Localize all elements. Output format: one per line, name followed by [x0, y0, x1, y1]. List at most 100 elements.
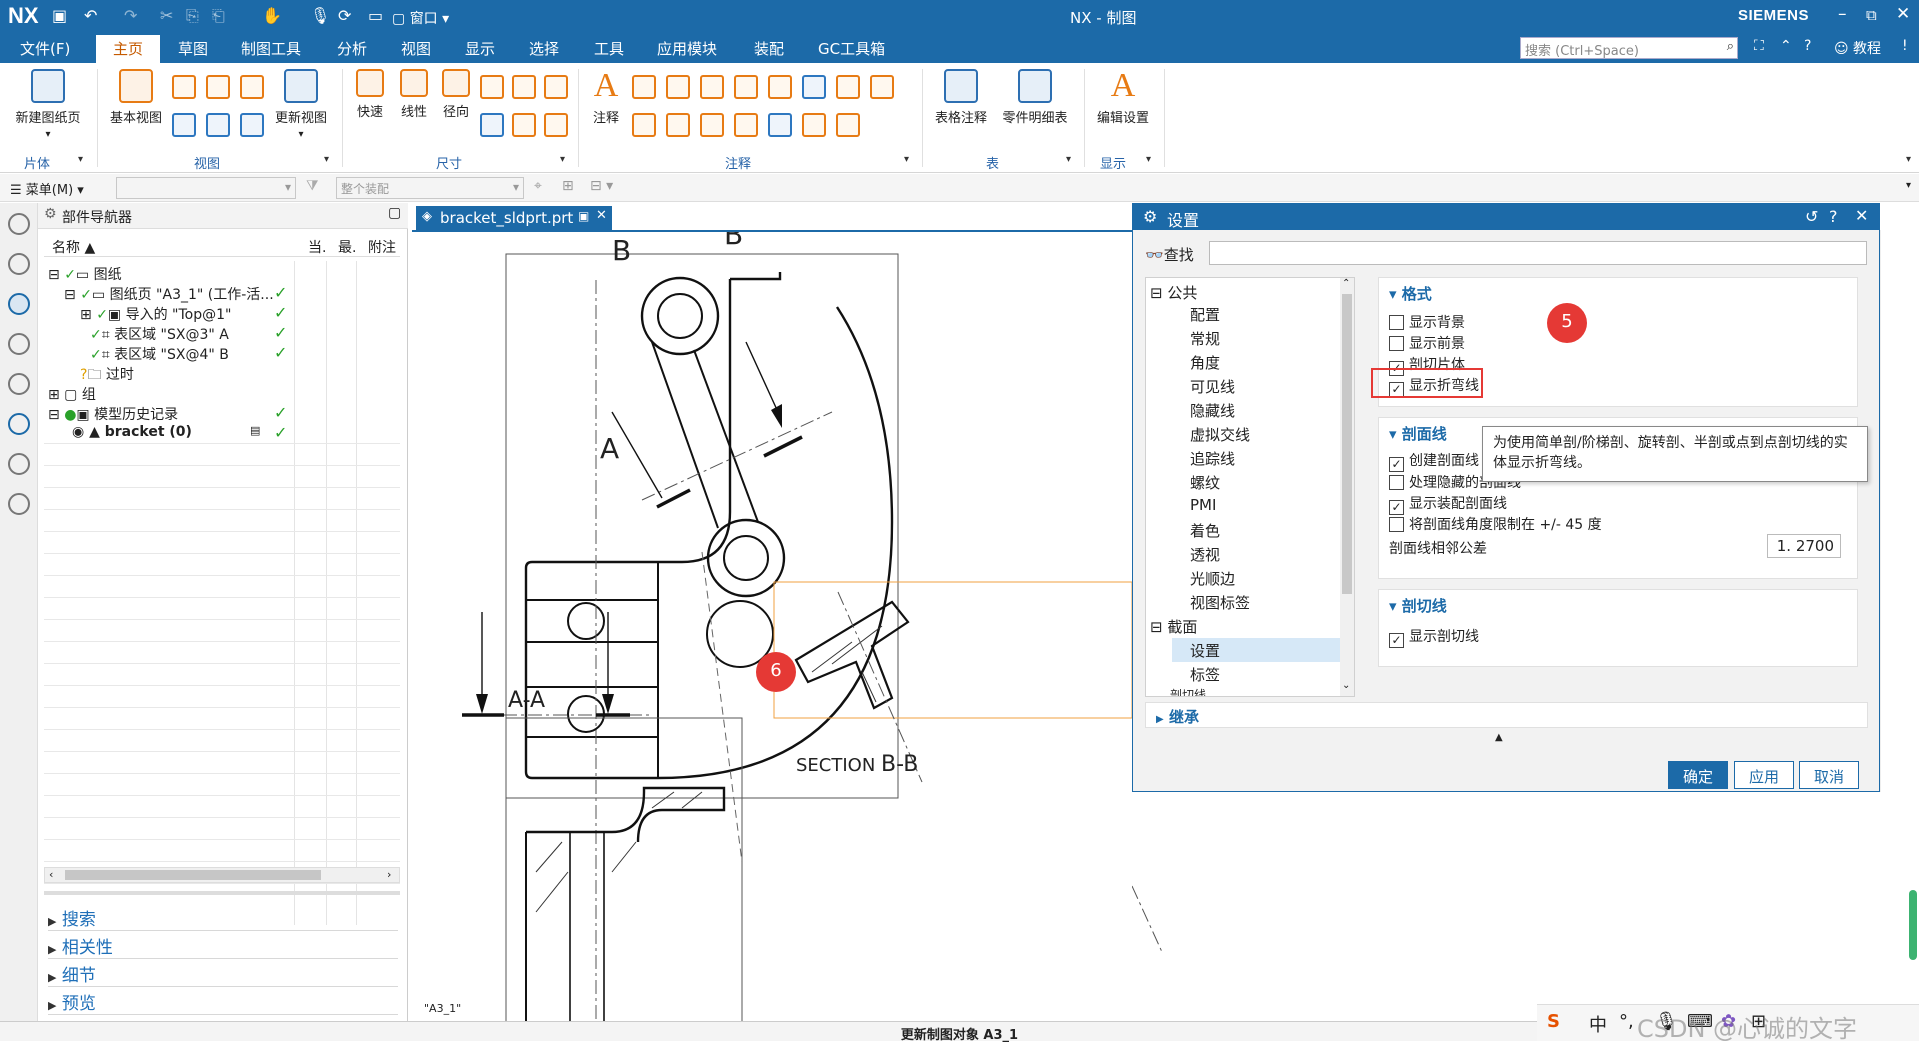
tree-group-common[interactable]: ⊟ 公共: [1150, 282, 1197, 303]
type-filter-select[interactable]: ▾: [116, 177, 296, 199]
help-icon[interactable]: ?: [1804, 38, 1811, 54]
menu-button[interactable]: ☰ 菜单(M) ▾: [10, 179, 84, 198]
tree-item-smooth-edges[interactable]: 光顺边: [1190, 568, 1235, 589]
ok-button[interactable]: 确定: [1668, 761, 1728, 789]
part-navigator-icon[interactable]: [8, 293, 30, 315]
accordion-dependencies[interactable]: ▶ 相关性: [48, 933, 398, 959]
collapse-ribbon-icon[interactable]: ⌃: [1780, 38, 1792, 54]
paste-icon[interactable]: ⎗: [212, 6, 225, 26]
column-notes[interactable]: 附注: [368, 237, 396, 257]
tree-item-shading[interactable]: 着色: [1190, 520, 1220, 541]
window-menu[interactable]: ▢ 窗口 ▾: [392, 8, 449, 28]
crosshatch-icon[interactable]: [802, 113, 826, 137]
restrict-hatch-angle-checkbox[interactable]: 将剖面线角度限制在 +/- 45 度: [1389, 514, 1602, 534]
quick-dimension-button[interactable]: 快速: [350, 69, 390, 120]
update-view-button[interactable]: 更新视图 ▾: [270, 69, 332, 141]
balloon-icon[interactable]: [666, 113, 690, 137]
minimize-button[interactable]: –: [1838, 4, 1847, 24]
datum-feature-icon[interactable]: [734, 75, 758, 99]
touch-mode-icon[interactable]: ✋: [262, 6, 282, 25]
cut-line-section-header[interactable]: ▾ 剖切线: [1389, 595, 1447, 616]
target-point-icon[interactable]: [836, 75, 860, 99]
tab-tools[interactable]: 工具: [594, 38, 624, 59]
hatch-icon[interactable]: [734, 113, 758, 137]
table-note-button[interactable]: 表格注释: [930, 69, 992, 126]
repeat-command-icon[interactable]: ⟳: [338, 6, 351, 25]
accordion-preview[interactable]: ▶ 预览: [48, 989, 398, 1015]
scroll-thumb[interactable]: [65, 870, 321, 880]
hd3d-tools-icon[interactable]: [8, 373, 30, 395]
tree-item-view-label[interactable]: 视图标签: [1190, 592, 1250, 613]
tab-display[interactable]: 显示: [465, 38, 495, 59]
create-hatch-checkbox[interactable]: ✓ 创建剖面线: [1389, 450, 1479, 472]
document-tab[interactable]: ◈ bracket_sldprt.prt ▣ ✕: [416, 206, 612, 230]
tree-item-perspective[interactable]: 透视: [1190, 544, 1220, 565]
cut-icon[interactable]: ✂: [160, 6, 173, 25]
assembly-filter-select[interactable]: 整个装配 ▾: [336, 177, 524, 199]
copy-icon[interactable]: ⎘: [186, 6, 199, 26]
green-scroll-indicator[interactable]: [1909, 890, 1917, 960]
tree-item-section-label[interactable]: 标签: [1190, 664, 1220, 685]
detail-view-icon[interactable]: [206, 75, 230, 99]
filter-icon[interactable]: ⧩: [306, 178, 319, 194]
radial-dimension-button[interactable]: 径向: [436, 69, 476, 120]
tab-application[interactable]: 应用模块: [657, 38, 717, 59]
tab-pin-icon[interactable]: ▣: [578, 209, 589, 223]
deselect-icon[interactable]: ⊟ ▾: [590, 178, 613, 194]
linear-dimension-button[interactable]: 线性: [394, 69, 434, 120]
parts-list-button[interactable]: 零件明细表: [996, 69, 1074, 126]
feature-control-frame-icon[interactable]: [632, 75, 656, 99]
tree-item-trace-lines[interactable]: 追踪线: [1190, 448, 1235, 469]
intersection-symbol-icon[interactable]: [802, 75, 826, 99]
angular-dimension-icon[interactable]: [480, 75, 504, 99]
surface-finish-icon[interactable]: [666, 75, 690, 99]
tree-item-config[interactable]: 配置: [1190, 304, 1220, 325]
group-menu-icon[interactable]: ▾: [1066, 154, 1071, 165]
edit-settings-button[interactable]: A 编辑设置: [1090, 67, 1156, 126]
base-view-button[interactable]: 基本视图: [104, 69, 168, 126]
cancel-button[interactable]: 取消: [1799, 761, 1859, 789]
tree-item-angle[interactable]: 角度: [1190, 352, 1220, 373]
area-fill-icon[interactable]: [836, 113, 860, 137]
break-view-icon[interactable]: [172, 113, 196, 137]
sogou-icon[interactable]: S: [1547, 1011, 1560, 1032]
tab-analysis[interactable]: 分析: [337, 38, 367, 59]
dialog-close-icon[interactable]: ✕: [1855, 206, 1868, 225]
column-latest[interactable]: 最.: [338, 237, 356, 257]
scroll-left-icon[interactable]: ‹: [49, 868, 53, 881]
group-menu-icon[interactable]: ▾: [324, 154, 329, 165]
scroll-right-icon[interactable]: ›: [387, 868, 391, 881]
inherit-section-header[interactable]: ▶ 继承: [1145, 702, 1868, 728]
tab-gc-toolbox[interactable]: GC工具箱: [818, 38, 885, 59]
column-name[interactable]: 名称 ▲: [52, 237, 95, 257]
tree-item-general[interactable]: 常规: [1190, 328, 1220, 349]
group-menu-icon[interactable]: ▾: [78, 154, 83, 165]
section-view-icon[interactable]: [240, 75, 264, 99]
commandbar-options-icon[interactable]: ▾: [1906, 180, 1911, 191]
datum-target-icon[interactable]: [632, 113, 656, 137]
undo-icon[interactable]: ↶: [84, 6, 97, 25]
chamfer-dimension-icon[interactable]: [512, 75, 536, 99]
dialog-help-icon[interactable]: ?: [1829, 207, 1838, 226]
tree-item-pmi[interactable]: PMI: [1190, 496, 1216, 514]
microphone-icon[interactable]: 🎙: [310, 6, 330, 25]
format-section-header[interactable]: ▾ 格式: [1389, 283, 1432, 304]
image-icon[interactable]: [768, 113, 792, 137]
settings-gear-icon[interactable]: [8, 213, 30, 235]
scroll-thumb[interactable]: [1342, 294, 1352, 594]
view-boundary-icon[interactable]: [240, 113, 264, 137]
drawing-canvas[interactable]: B B A A A-A SECTION B-B "A3_1" 6: [412, 230, 1132, 1021]
dialog-title-bar[interactable]: ⚙ 设置 ↺ ? ✕: [1133, 204, 1879, 230]
tab-drafting-tools[interactable]: 制图工具: [241, 38, 301, 59]
weld-symbol-icon[interactable]: [768, 75, 792, 99]
ribbon-options-icon[interactable]: ▾: [1906, 154, 1911, 165]
collapse-arrow-icon[interactable]: ▲: [1495, 732, 1503, 743]
command-search-input[interactable]: 搜索 (Ctrl+Space) ⌕: [1520, 37, 1738, 59]
find-input[interactable]: [1209, 241, 1867, 265]
save-icon[interactable]: ▣: [52, 6, 67, 25]
tree-item-cut-line[interactable]: 剖切线: [1170, 686, 1206, 696]
show-assembly-hatch-checkbox[interactable]: ✓ 显示装配剖面线: [1389, 493, 1507, 515]
new-sheet-button[interactable]: 新建图纸页 ▾: [10, 69, 86, 141]
tree-item-threads[interactable]: 螺纹: [1190, 472, 1220, 493]
roles-icon[interactable]: [8, 493, 30, 515]
